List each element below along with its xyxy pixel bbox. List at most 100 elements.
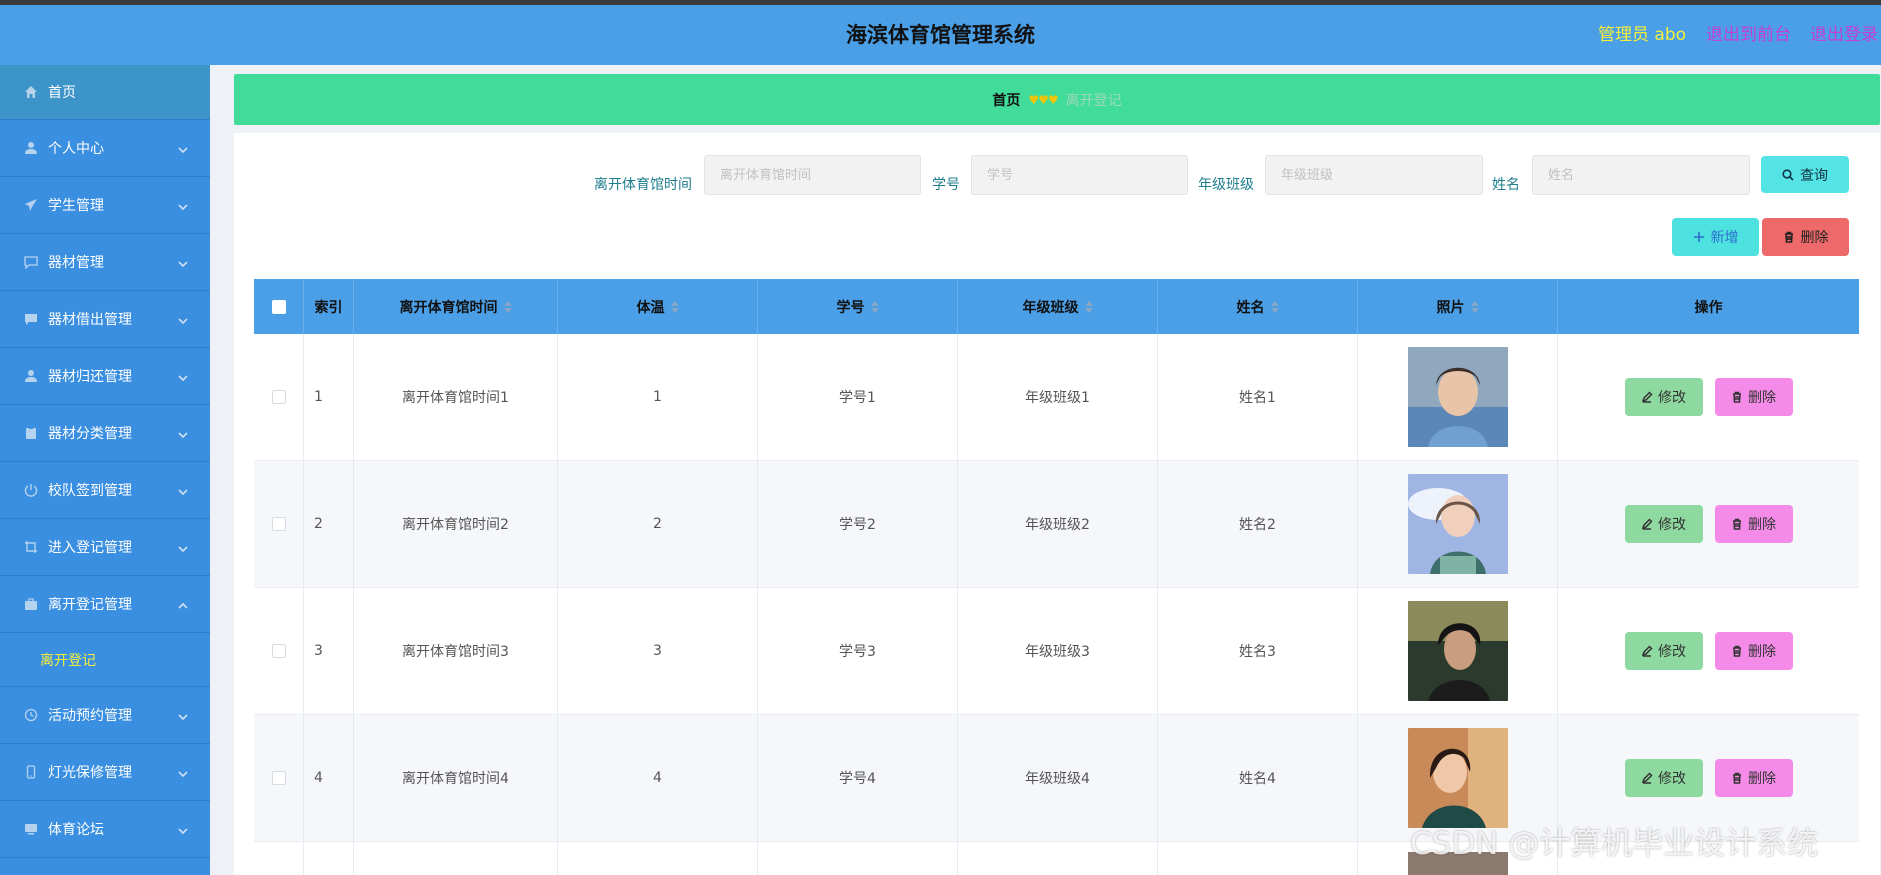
sidebar-item-leave-register[interactable]: 离开登记管理 xyxy=(0,576,210,633)
sidebar-item-label: 活动预约管理 xyxy=(48,708,132,724)
cell-actions: 修改 删除 xyxy=(1558,588,1859,714)
grade-class-search-input[interactable] xyxy=(1265,155,1483,195)
breadcrumb-current: 离开登记 xyxy=(1065,92,1122,109)
row-select-cell xyxy=(254,842,304,875)
cell-photo xyxy=(1358,842,1558,875)
phone-icon xyxy=(24,765,38,779)
clipboard-icon xyxy=(24,426,38,440)
chevron-down-icon xyxy=(178,767,188,778)
sidebar-item-sports-forum[interactable]: 体育论坛 xyxy=(0,801,210,858)
query-button[interactable]: 查询 xyxy=(1761,156,1849,193)
edit-button[interactable]: 修改 xyxy=(1624,759,1703,797)
clock-icon xyxy=(24,708,38,722)
table-row: 3 离开体育馆时间3 3 学号3 年级班级3 姓名3 修改 删除 xyxy=(254,588,1859,715)
logout-link[interactable]: 退出登录 xyxy=(1810,5,1878,65)
col-leave-time[interactable]: 离开体育馆时间 xyxy=(354,279,558,334)
row-delete-button-label: 删除 xyxy=(1748,390,1776,406)
sidebar-item-student[interactable]: 学生管理 xyxy=(0,177,210,234)
sort-icon[interactable] xyxy=(1270,300,1279,313)
col-student-id[interactable]: 学号 xyxy=(758,279,958,334)
data-table: 索引 离开体育馆时间 体温 学号 年级班级 姓名 照片 操作 1 离开体育馆时间… xyxy=(254,279,1859,875)
chevron-down-icon xyxy=(178,143,188,154)
chevron-down-icon xyxy=(178,257,188,268)
table-row-partial xyxy=(254,842,1859,875)
select-all-checkbox[interactable] xyxy=(271,299,286,314)
breadcrumb-home[interactable]: 首页 xyxy=(992,90,1020,110)
cell-leave-time: 离开体育馆时间2 xyxy=(354,461,558,587)
sidebar-item-equipment-lend[interactable]: 器材借出管理 xyxy=(0,291,210,348)
edit-button[interactable]: 修改 xyxy=(1624,378,1703,416)
chevron-down-icon xyxy=(178,542,188,553)
sidebar-item-activity-booking[interactable]: 活动预约管理 xyxy=(0,687,210,744)
row-delete-button[interactable]: 删除 xyxy=(1714,759,1793,797)
sidebar-item-home[interactable]: 首页 xyxy=(0,65,210,120)
chevron-down-icon xyxy=(178,428,188,439)
sidebar-item-label: 首页 xyxy=(48,85,76,101)
cell-temperature xyxy=(558,842,758,875)
row-select-cell xyxy=(254,715,304,841)
batch-delete-button[interactable]: 删除 xyxy=(1762,218,1849,256)
cell-grade-class: 年级班级2 xyxy=(958,461,1158,587)
cell-temperature: 2 xyxy=(558,461,758,587)
col-leave-time-label: 离开体育馆时间 xyxy=(399,299,498,316)
sort-icon[interactable] xyxy=(870,300,879,313)
exit-to-frontend-link[interactable]: 退出到前台 xyxy=(1706,5,1791,65)
cell-leave-time: 离开体育馆时间4 xyxy=(354,715,558,841)
chevron-down-icon xyxy=(178,824,188,835)
sort-icon[interactable] xyxy=(503,300,512,313)
cell-student-id: 学号2 xyxy=(758,461,958,587)
sidebar-item-team-checkin[interactable]: 校队签到管理 xyxy=(0,462,210,519)
edit-button[interactable]: 修改 xyxy=(1624,632,1703,670)
col-temperature[interactable]: 体温 xyxy=(558,279,758,334)
cell-index: 4 xyxy=(304,715,354,841)
student-id-search-input[interactable] xyxy=(971,155,1188,195)
col-name[interactable]: 姓名 xyxy=(1158,279,1358,334)
table-row: 1 离开体育馆时间1 1 学号1 年级班级1 姓名1 修改 删除 xyxy=(254,334,1859,461)
row-checkbox[interactable] xyxy=(271,771,286,785)
cell-grade-class: 年级班级3 xyxy=(958,588,1158,714)
sidebar-item-light-repair[interactable]: 灯光保修管理 xyxy=(0,744,210,801)
trash-icon xyxy=(1784,231,1793,243)
sidebar-item-label: 器材分类管理 xyxy=(48,426,132,442)
col-actions: 操作 xyxy=(1558,279,1859,334)
col-student-id-label: 学号 xyxy=(836,299,865,316)
sidebar-item-equipment-category[interactable]: 器材分类管理 xyxy=(0,405,210,462)
row-checkbox[interactable] xyxy=(271,390,286,404)
sort-icon[interactable] xyxy=(1470,300,1479,313)
row-checkbox[interactable] xyxy=(271,517,286,531)
power-icon xyxy=(24,483,38,497)
row-delete-button[interactable]: 删除 xyxy=(1714,632,1793,670)
cell-student-id: 学号3 xyxy=(758,588,958,714)
row-delete-button-label: 删除 xyxy=(1748,517,1776,533)
col-photo[interactable]: 照片 xyxy=(1358,279,1558,334)
sidebar-subitem-leave[interactable]: 离开登记 xyxy=(0,633,210,687)
search-label-student-id: 学号 xyxy=(932,177,960,193)
col-actions-label: 操作 xyxy=(1694,299,1723,316)
cell-name: 姓名1 xyxy=(1158,334,1358,460)
query-button-label: 查询 xyxy=(1800,167,1828,184)
cell-leave-time: 离开体育馆时间3 xyxy=(354,588,558,714)
row-delete-button[interactable]: 删除 xyxy=(1714,505,1793,543)
cell-name xyxy=(1158,842,1358,875)
sort-icon[interactable] xyxy=(670,300,679,313)
row-delete-button-label: 删除 xyxy=(1748,644,1776,660)
add-button[interactable]: 新增 xyxy=(1672,218,1759,256)
row-delete-button-label: 删除 xyxy=(1748,771,1776,787)
cell-leave-time: 离开体育馆时间1 xyxy=(354,334,558,460)
sort-icon[interactable] xyxy=(1084,300,1093,313)
name-search-input[interactable] xyxy=(1532,155,1750,195)
sidebar-item-equipment-return[interactable]: 器材归还管理 xyxy=(0,348,210,405)
leave-time-search-input[interactable] xyxy=(704,155,921,195)
message-icon xyxy=(24,255,38,269)
row-checkbox[interactable] xyxy=(271,644,286,658)
sidebar-item-personal-center[interactable]: 个人中心 xyxy=(0,120,210,177)
breadcrumb: 首页 ♥♥♥ 离开登记 xyxy=(234,74,1880,125)
sidebar-item-entry-register[interactable]: 进入登记管理 xyxy=(0,519,210,576)
sidebar-item-label: 校队签到管理 xyxy=(48,483,132,499)
row-select-cell xyxy=(254,461,304,587)
col-grade-class[interactable]: 年级班级 xyxy=(958,279,1158,334)
row-delete-button[interactable]: 删除 xyxy=(1714,378,1793,416)
sidebar-item-equipment[interactable]: 器材管理 xyxy=(0,234,210,291)
edit-button[interactable]: 修改 xyxy=(1624,505,1703,543)
cell-index: 2 xyxy=(304,461,354,587)
